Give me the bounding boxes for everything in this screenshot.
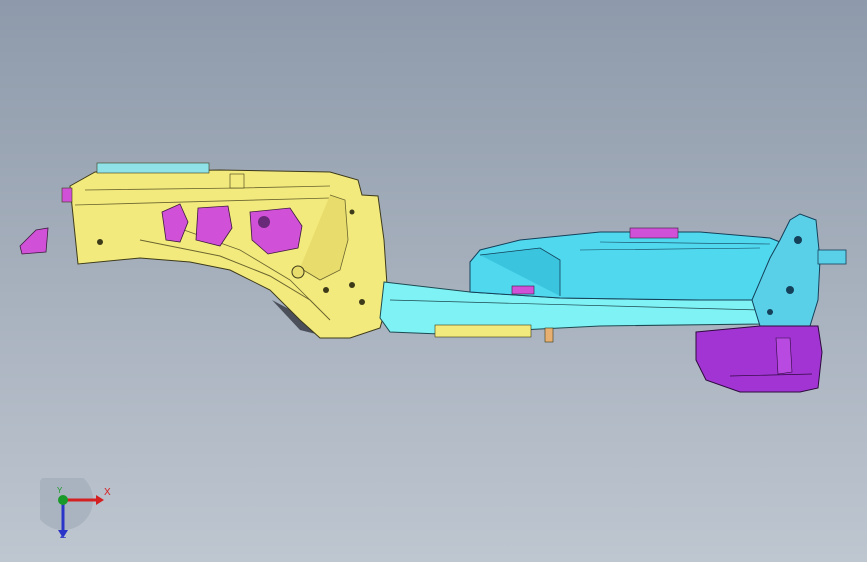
support-tab (817, 249, 847, 265)
sill-bracket (544, 327, 554, 343)
support-hole (786, 286, 794, 294)
rail-hole (349, 209, 355, 215)
gusset-hole (258, 216, 270, 228)
rail-tab (229, 173, 245, 189)
graphics-viewport[interactable]: X Y Z (0, 0, 867, 562)
pan-clip (511, 285, 535, 295)
rail-hole (291, 265, 305, 279)
rail-top-flange (96, 162, 210, 174)
front-tip[interactable] (19, 227, 49, 255)
y-axis-dot (58, 495, 68, 505)
rail-clip (61, 187, 73, 203)
cad-model[interactable] (0, 0, 867, 562)
triad-disc (40, 478, 93, 530)
rail-hole (349, 282, 355, 288)
x-axis-label: X (104, 487, 111, 498)
x-axis-head (96, 495, 104, 505)
rail-hole (359, 299, 365, 305)
support-hole (767, 309, 773, 315)
rail-hole (97, 239, 103, 245)
rail-hole (323, 287, 329, 293)
z-axis-label: Z (60, 530, 67, 541)
y-axis-label: Y (57, 486, 63, 495)
rear-bracket[interactable] (695, 325, 823, 393)
sill-reinforcement (434, 324, 532, 338)
pan-clip (629, 227, 679, 239)
support-hole (794, 236, 802, 244)
bracket-rib (775, 337, 793, 375)
